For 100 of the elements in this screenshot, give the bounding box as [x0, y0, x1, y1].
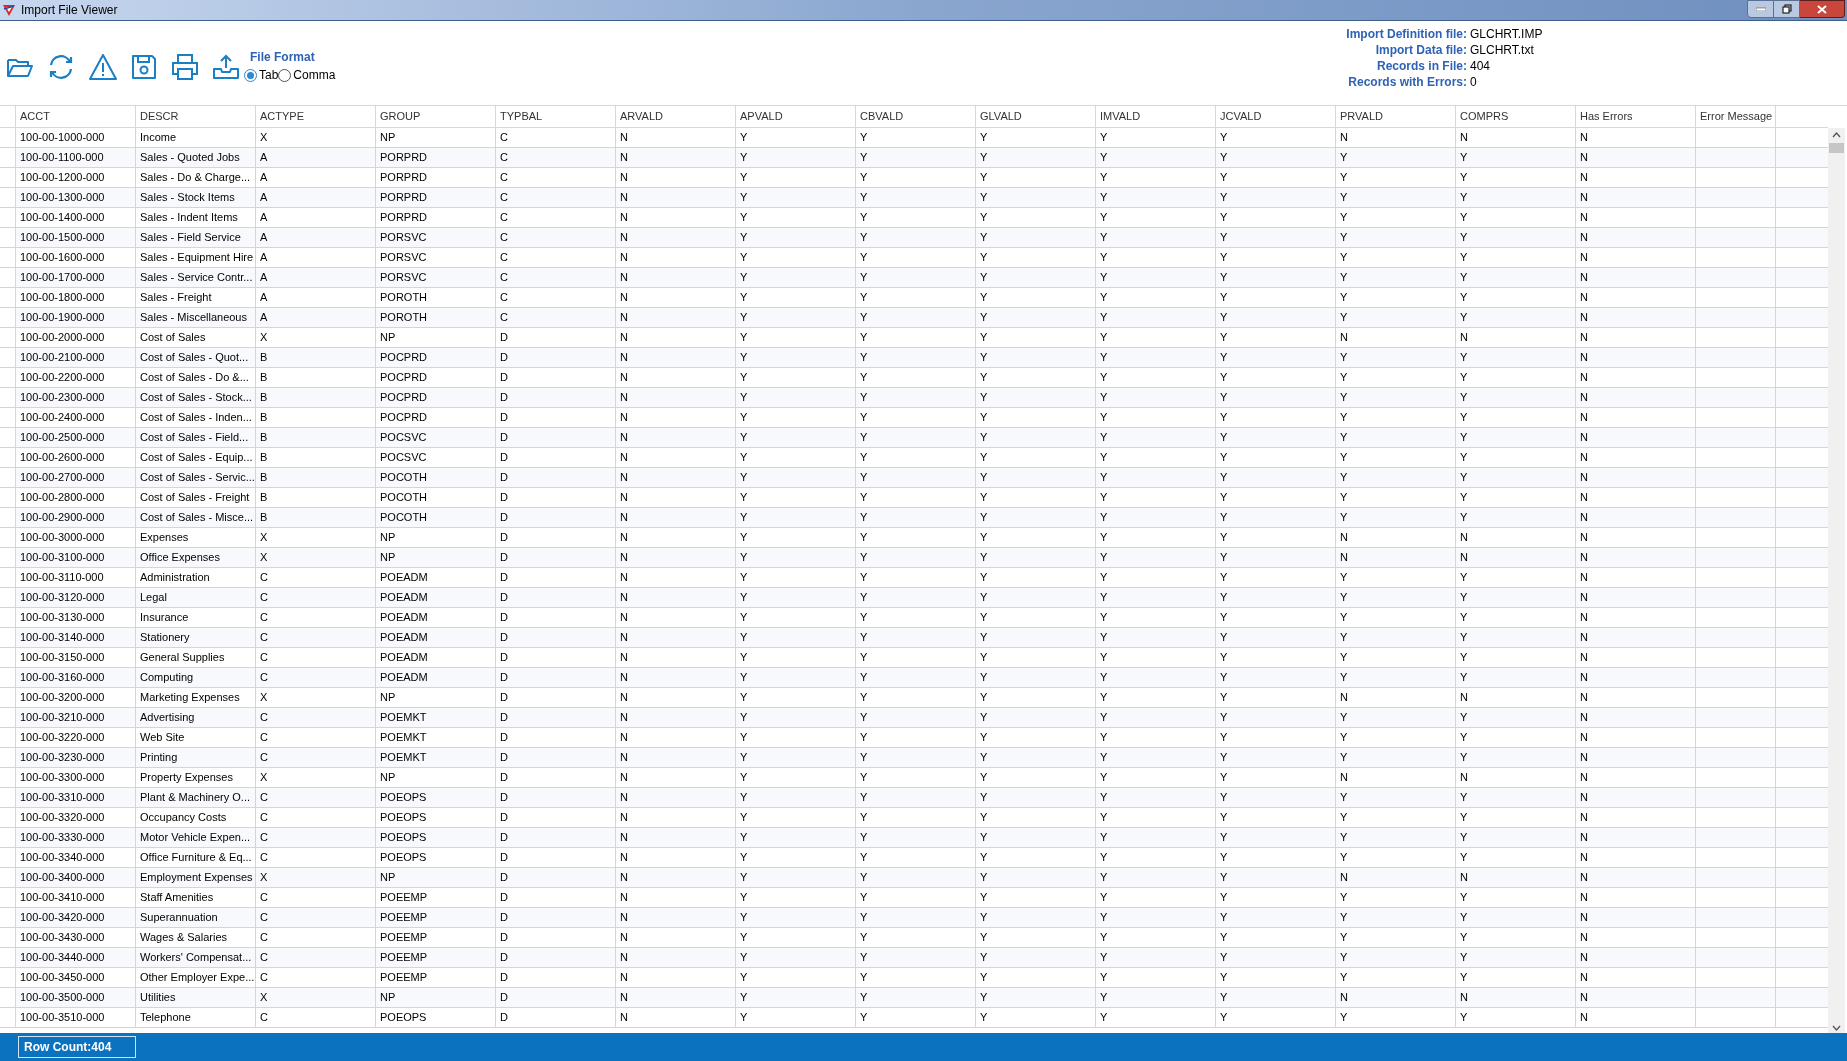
row-header[interactable] [0, 308, 16, 327]
row-header[interactable] [0, 348, 16, 367]
table-cell: Y [1336, 308, 1456, 327]
row-header[interactable] [0, 908, 16, 927]
row-header[interactable] [0, 548, 16, 567]
table-cell: N [1576, 508, 1696, 527]
row-header[interactable] [0, 628, 16, 647]
column-header[interactable]: IMVALD [1096, 106, 1216, 127]
column-header[interactable]: CBVALD [856, 106, 976, 127]
column-header[interactable]: TYPBAL [496, 106, 616, 127]
table-cell: POEMKT [376, 748, 496, 767]
table-cell: N [616, 288, 736, 307]
row-header[interactable] [0, 588, 16, 607]
row-header[interactable] [0, 508, 16, 527]
row-header[interactable] [0, 468, 16, 487]
table-cell: D [496, 608, 616, 627]
scrollbar-thumb[interactable] [1829, 143, 1844, 153]
radio-button[interactable] [278, 68, 292, 82]
warning-button[interactable] [88, 52, 118, 82]
row-header[interactable] [0, 868, 16, 887]
column-header[interactable]: GLVALD [976, 106, 1096, 127]
table-cell: N [1576, 328, 1696, 347]
column-header[interactable]: COMPRS [1456, 106, 1576, 127]
table-cell: Y [856, 748, 976, 767]
table-cell: POEEMP [376, 968, 496, 987]
table-cell: Y [1336, 468, 1456, 487]
column-header[interactable]: GROUP [376, 106, 496, 127]
table-cell: Y [856, 468, 976, 487]
row-header[interactable] [0, 788, 16, 807]
table-cell: Y [1336, 888, 1456, 907]
tray-upload-icon [212, 53, 240, 81]
table-cell: Y [1336, 508, 1456, 527]
app-logo-icon [2, 3, 16, 17]
table-cell: Y [1096, 768, 1216, 787]
table-cell: Y [856, 408, 976, 427]
scrollbar[interactable] [1828, 128, 1845, 1033]
row-header[interactable] [0, 828, 16, 847]
row-header[interactable] [0, 268, 16, 287]
table-cell: Y [976, 868, 1096, 887]
table-cell: N [616, 388, 736, 407]
table-cell: Sales - Stock Items [136, 188, 256, 207]
table-cell: Sales - Do & Charge... [136, 168, 256, 187]
table-cell: N [616, 128, 736, 147]
column-header[interactable]: ACTYPE [256, 106, 376, 127]
column-header[interactable]: JCVALD [1216, 106, 1336, 127]
table-cell: Y [1216, 868, 1336, 887]
table-cell: N [616, 728, 736, 747]
table-cell: C [496, 188, 616, 207]
column-header[interactable]: DESCR [136, 106, 256, 127]
table-cell: Y [1456, 368, 1576, 387]
column-header[interactable]: PRVALD [1336, 106, 1456, 127]
radio-option[interactable]: Tab [244, 66, 279, 84]
table-cell: Y [1216, 688, 1336, 707]
table-cell: Motor Vehicle Expen... [136, 828, 256, 847]
table-cell: D [496, 508, 616, 527]
column-header[interactable]: Error Message [1696, 106, 1776, 127]
print-button[interactable] [170, 53, 200, 81]
row-header[interactable] [0, 988, 16, 1007]
row-header[interactable] [0, 228, 16, 247]
row-header[interactable] [0, 428, 16, 447]
table-cell: Y [1216, 368, 1336, 387]
table-cell: N [616, 588, 736, 607]
restore-button[interactable] [1774, 0, 1800, 18]
row-header[interactable] [0, 708, 16, 727]
table-cell: N [1576, 388, 1696, 407]
table-cell: Y [736, 548, 856, 567]
row-header[interactable] [0, 188, 16, 207]
row-header[interactable] [0, 948, 16, 967]
table-cell: Y [1336, 348, 1456, 367]
row-header[interactable] [0, 748, 16, 767]
table-cell: Cost of Sales - Quot... [136, 348, 256, 367]
column-header[interactable]: APVALD [736, 106, 856, 127]
row-header[interactable] [0, 388, 16, 407]
table-cell: N [1576, 848, 1696, 867]
table-cell: Y [736, 708, 856, 727]
table-cell: POEOPS [376, 808, 496, 827]
table-cell: Y [976, 208, 1096, 227]
table-cell: N [1576, 1008, 1696, 1027]
table-cell: Y [1336, 228, 1456, 247]
table-cell: Y [1456, 828, 1576, 847]
radio-button[interactable] [244, 68, 257, 82]
export-button[interactable] [212, 53, 240, 81]
table-cell: C [496, 208, 616, 227]
column-header[interactable]: Has Errors [1576, 106, 1696, 127]
table-cell: Y [736, 568, 856, 587]
close-button[interactable] [1800, 0, 1845, 18]
table-cell: N [616, 268, 736, 287]
row-header[interactable] [0, 668, 16, 687]
table-cell: N [1576, 688, 1696, 707]
table-cell: Y [1336, 728, 1456, 747]
table-cell: Cost of Sales - Do &... [136, 368, 256, 387]
save-button[interactable] [130, 53, 158, 81]
table-cell: Plant & Machinery O... [136, 788, 256, 807]
table-cell: 100-00-3510-000 [16, 1008, 136, 1027]
row-header[interactable] [0, 148, 16, 167]
radio-option[interactable]: Comma [278, 66, 336, 84]
table-cell: N [1576, 968, 1696, 987]
column-header[interactable]: ACCT [16, 106, 136, 127]
table-cell: NP [376, 988, 496, 1007]
column-header[interactable]: ARVALD [616, 106, 736, 127]
